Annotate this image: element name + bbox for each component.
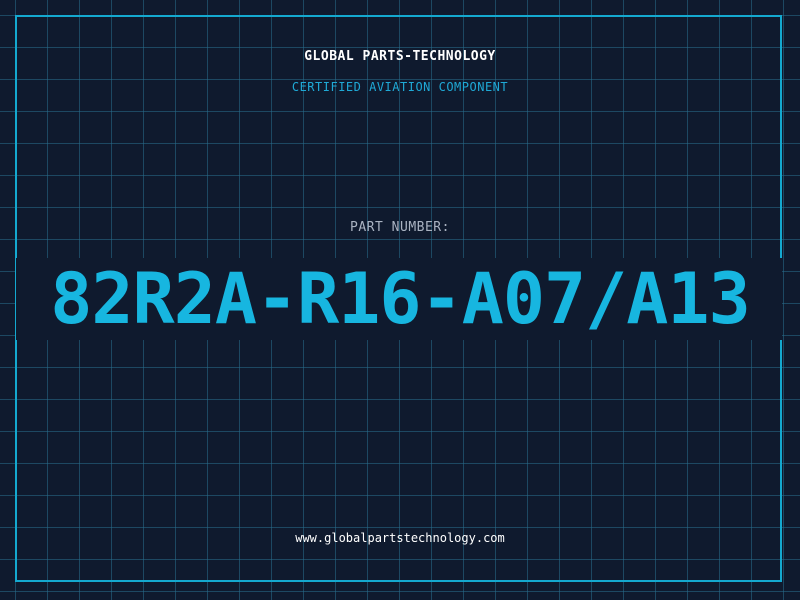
certification-tagline: CERTIFIED AVIATION COMPONENT	[291, 80, 509, 94]
part-card: GLOBAL PARTS-TECHNOLOGY CERTIFIED AVIATI…	[0, 0, 800, 600]
website-url: www.globalpartstechnology.com	[295, 531, 505, 545]
part-number-label: PART NUMBER:	[350, 220, 450, 235]
company-name: GLOBAL PARTS-TECHNOLOGY	[304, 49, 496, 64]
part-number-value: 82R2A-R16-A07/A13	[50, 258, 750, 340]
